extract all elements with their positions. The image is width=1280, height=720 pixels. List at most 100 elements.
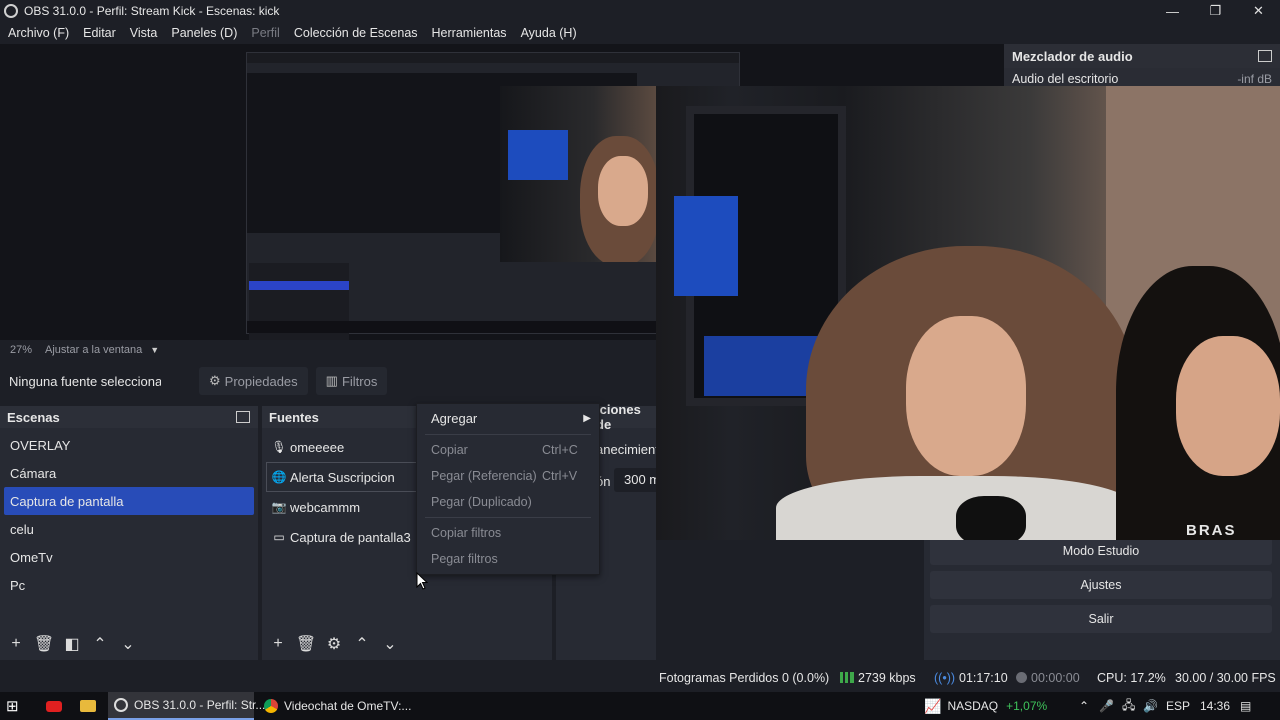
restore-button[interactable]: ❐ <box>1194 0 1237 22</box>
menu-archivo[interactable]: Archivo (F) <box>8 26 69 40</box>
sources-toolbar: + 🗑 ⚙ ⌃ ⌄ <box>264 632 404 656</box>
microphone-icon[interactable]: 🎤 <box>1099 699 1114 713</box>
window-light <box>674 196 738 296</box>
menu-item-copiar[interactable]: Copiar Ctrl+C <box>417 437 599 463</box>
stock-ticker[interactable]: 📈 NASDAQ +1,07% <box>924 692 1047 720</box>
menu-herramientas[interactable]: Herramientas <box>432 26 507 40</box>
nested-person-face <box>598 156 648 226</box>
folder-icon <box>80 698 96 714</box>
properties-button[interactable]: ⚙ Propiedades <box>199 367 308 395</box>
gear-icon[interactable]: ⚙ <box>320 632 348 656</box>
fps-indicator: 30.00 / 30.00 FPS <box>1175 671 1276 685</box>
obs-logo-icon <box>4 4 18 18</box>
chevron-down-icon[interactable]: ▼ <box>150 345 159 355</box>
move-down-icon[interactable]: ⌄ <box>114 632 142 656</box>
scene-item-pc[interactable]: Pc <box>0 571 258 599</box>
scene-item-captura-de-pantalla[interactable]: Captura de pantalla <box>4 487 254 515</box>
copiar-filtros-label: Copiar filtros <box>431 526 502 540</box>
pegar-duplicado-label: Pegar (Duplicado) <box>431 495 532 509</box>
nested-webcam-feed <box>500 86 656 262</box>
broadcast-icon: ((•)) <box>934 671 956 685</box>
start-button[interactable]: ⊞ <box>6 692 30 720</box>
taskbar-file-explorer[interactable] <box>74 692 102 720</box>
scene-item-celu[interactable]: celu <box>0 515 258 543</box>
menu-item-agregar[interactable]: Agregar ▶ <box>417 404 599 432</box>
nested-title-bar <box>247 53 739 63</box>
trash-icon[interactable]: 🗑 <box>292 632 320 656</box>
close-button[interactable]: ✕ <box>1237 0 1280 22</box>
menu-item-pegar-duplicado[interactable]: Pegar (Duplicado) <box>417 489 599 515</box>
menu-ayuda[interactable]: Ayuda (H) <box>521 26 577 40</box>
trash-icon[interactable]: 🗑 <box>30 632 58 656</box>
network-icon[interactable]: 🖧 <box>1122 696 1135 717</box>
microphone <box>956 496 1026 540</box>
taskbar-chrome[interactable]: Videochat de OmeTV:... <box>258 692 411 720</box>
undock-icon[interactable] <box>1258 50 1272 62</box>
taskbar-youtube[interactable] <box>40 692 68 720</box>
menu-item-pegar-filtros[interactable]: Pegar filtros <box>417 546 599 572</box>
submenu-arrow-icon: ▶ <box>583 412 591 424</box>
stream-time: 01:17:10 <box>959 671 1008 685</box>
scene-item-ometv[interactable]: OmeTv <box>0 543 258 571</box>
taskbar-obs[interactable]: OBS 31.0.0 - Perfil: Str... <box>108 692 265 720</box>
menu-perfil[interactable]: Perfil <box>251 26 279 40</box>
minimize-button[interactable]: — <box>1151 0 1194 22</box>
settings-button[interactable]: Ajustes <box>930 571 1272 599</box>
studio-mode-button[interactable]: Modo Estudio <box>930 537 1272 565</box>
menu-editar[interactable]: Editar <box>83 26 116 40</box>
chevron-up-icon[interactable]: ⌃ <box>1079 699 1089 713</box>
filter-icon: ▥ <box>325 373 338 388</box>
record-time: 00:00:00 <box>1031 671 1080 685</box>
camera-icon: 📷 <box>271 500 287 514</box>
add-source-icon[interactable]: + <box>264 632 292 656</box>
mixer-channel-name: Audio del escritorio <box>1012 72 1119 86</box>
move-up-icon[interactable]: ⌃ <box>86 632 114 656</box>
source-label: omeeeee <box>290 439 345 455</box>
scene-filters-icon[interactable]: ◧ <box>58 632 86 656</box>
taskbar-obs-label: OBS 31.0.0 - Perfil: Str... <box>134 698 266 712</box>
menu-item-pegar-referencia[interactable]: Pegar (Referencia) Ctrl+V <box>417 463 599 489</box>
exit-button[interactable]: Salir <box>930 605 1272 633</box>
controls-dock: Modo Estudio Ajustes Salir <box>924 537 1280 660</box>
add-scene-icon[interactable]: + <box>2 632 30 656</box>
menu-item-copiar-filtros[interactable]: Copiar filtros <box>417 520 599 546</box>
volume-icon[interactable]: 🔊 <box>1143 699 1158 713</box>
nested-scene-row <box>249 299 349 308</box>
undock-icon[interactable] <box>236 411 250 423</box>
filters-label: Filtros <box>341 373 378 389</box>
menu-vista[interactable]: Vista <box>130 26 158 40</box>
paste-shortcut: Ctrl+V <box>542 469 578 483</box>
filters-button[interactable]: ▥ Filtros <box>315 367 388 395</box>
gear-icon: ⚙ <box>209 373 221 388</box>
nested-scene-row <box>249 263 349 272</box>
mixer-channel-level: -inf dB <box>1237 72 1272 86</box>
pegar-filtros-label: Pegar filtros <box>431 552 498 566</box>
scene-item-camara[interactable]: Cámara <box>0 459 258 487</box>
chrome-icon <box>264 698 278 714</box>
obs-window: OBS 31.0.0 - Perfil: Stream Kick - Escen… <box>0 0 1280 720</box>
record-timer: 00:00:00 <box>1016 671 1080 685</box>
move-down-icon[interactable]: ⌄ <box>376 632 404 656</box>
pegar-referencia-label: Pegar (Referencia) <box>431 469 537 483</box>
copy-shortcut: Ctrl+C <box>542 443 578 457</box>
scenes-toolbar: + 🗑 ◧ ⌃ ⌄ <box>2 632 142 656</box>
language-indicator[interactable]: ESP <box>1166 692 1190 720</box>
menu-paneles[interactable]: Paneles (D) <box>171 26 237 40</box>
context-menu: Agregar ▶ Copiar Ctrl+C Pegar (Referenci… <box>416 403 600 575</box>
nested-scene-row <box>249 272 349 281</box>
transition-type[interactable]: anecimient <box>596 442 659 457</box>
window-title: OBS 31.0.0 - Perfil: Stream Kick - Escen… <box>24 4 280 18</box>
mouse-cursor-icon <box>416 572 428 590</box>
scenes-title: Escenas <box>7 409 60 425</box>
move-up-icon[interactable]: ⌃ <box>348 632 376 656</box>
transitions-title: iciones de <box>596 402 641 432</box>
menu-separator <box>425 434 591 435</box>
clock[interactable]: 14:36 <box>1200 692 1230 720</box>
ticker-name: NASDAQ <box>947 699 999 713</box>
second-person-face <box>1176 336 1280 476</box>
record-icon <box>1016 672 1027 683</box>
menu-coleccion-escenas[interactable]: Colección de Escenas <box>294 26 418 40</box>
scene-item-overlay[interactable]: OVERLAY <box>0 431 258 459</box>
notifications-icon[interactable]: ▤ <box>1240 692 1251 720</box>
zoom-mode[interactable]: Ajustar a la ventana <box>45 344 142 356</box>
